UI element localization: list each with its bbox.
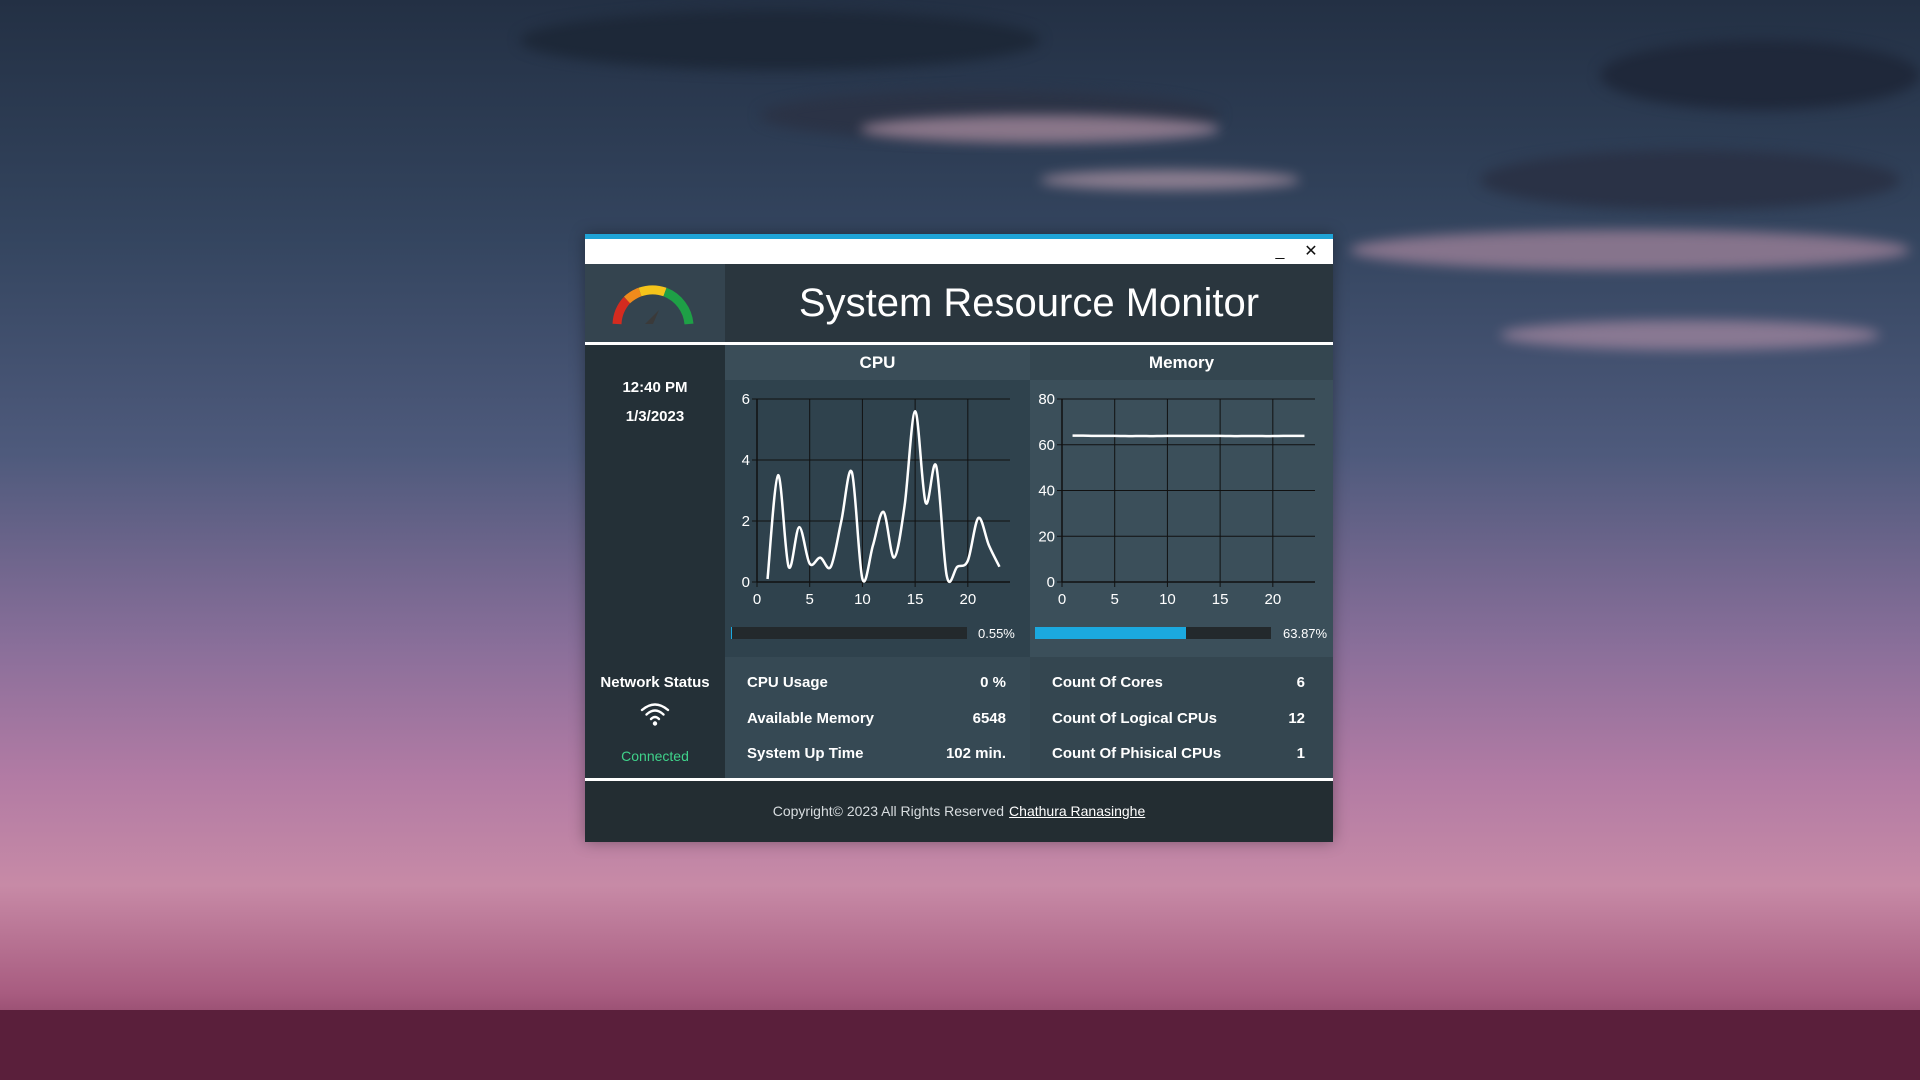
gauge-logo-icon [585, 264, 725, 342]
cpu-usage-value: 0 % [980, 674, 1006, 691]
footer: Copyright© 2023 All Rights Reserved Chath… [585, 781, 1333, 842]
logical-cpus-label: Count Of Logical CPUs [1052, 710, 1217, 727]
minimize-button[interactable]: _ [1267, 241, 1293, 263]
cpu-series-line [766, 409, 1001, 584]
cpu-ytick-label: 2 [742, 513, 750, 530]
memory-xtick-label: 5 [1111, 591, 1119, 608]
memory-xtick-label: 15 [1212, 591, 1229, 608]
available-memory-value: 6548 [972, 710, 1006, 727]
app-window: _ ✕ System Resource Monitor 12:40 PM 1/3… [585, 234, 1333, 842]
cpu-panel-title: CPU [725, 345, 1030, 380]
cpu-xtick-label: 0 [753, 591, 761, 608]
cpu-xtick-label: 15 [907, 591, 924, 608]
title-bar[interactable]: _ ✕ [585, 234, 1333, 264]
memory-progress-fill [1035, 627, 1186, 639]
clock-time: 12:40 PM [622, 379, 688, 396]
logical-cpus-value: 12 [1288, 710, 1305, 727]
cpu-progress-fill [731, 627, 733, 639]
network-status-value: Connected [621, 748, 689, 764]
cpu-ytick-label: 6 [742, 391, 750, 408]
cpu-xtick-label: 10 [854, 591, 871, 608]
memory-ytick-label: 0 [1047, 574, 1055, 591]
cores-label: Count Of Cores [1052, 674, 1163, 691]
cpu-xtick-label: 20 [959, 591, 976, 608]
app-title: System Resource Monitor [798, 281, 1260, 325]
cpu-chart: 0 2 4 6 0 5 10 15 20 [742, 391, 1010, 608]
copyright-text: Copyright© 2023 All Rights Reserved [772, 803, 1005, 819]
memory-xtick-label: 0 [1058, 591, 1066, 608]
memory-ytick-label: 40 [1038, 483, 1055, 500]
network-status-label: Network Status [600, 674, 710, 691]
cpu-usage-label: CPU Usage [747, 674, 828, 691]
app-header: System Resource Monitor [585, 264, 1333, 342]
memory-percent: 63.87% [1283, 626, 1328, 641]
system-uptime-label: System Up Time [747, 745, 864, 762]
system-uptime-value: 102 min. [945, 745, 1006, 762]
cpu-ytick-label: 0 [742, 574, 750, 591]
author-link[interactable]: Chathura Ranasinghe [1009, 803, 1145, 819]
network-panel: Network Status Connected [585, 657, 725, 778]
memory-ytick-label: 80 [1038, 391, 1055, 408]
cores-value: 6 [1296, 674, 1305, 691]
ground-silhouette [0, 1010, 1920, 1080]
physical-cpus-label: Count Of Phisical CPUs [1052, 745, 1222, 762]
memory-stats-panel: Count Of Cores 6 Count Of Logical CPUs 1… [1030, 657, 1333, 778]
memory-chart: 0 20 40 60 80 0 5 10 15 20 [1038, 391, 1315, 608]
memory-panel: 0 20 40 60 80 0 5 10 15 20 63.87% [1030, 380, 1333, 657]
memory-progress-bar [1035, 627, 1271, 639]
clock-date: 1/3/2023 [625, 408, 685, 425]
memory-panel-title: Memory [1030, 345, 1333, 380]
physical-cpus-value: 1 [1296, 745, 1305, 762]
clock-panel: 12:40 PM 1/3/2023 [585, 345, 725, 657]
cpu-progress-bar [731, 627, 967, 639]
wifi-icon [640, 701, 670, 732]
available-memory-label: Available Memory [747, 710, 874, 727]
cpu-ytick-label: 4 [742, 452, 750, 469]
memory-xtick-label: 10 [1159, 591, 1176, 608]
cpu-percent: 0.55% [978, 626, 1015, 641]
memory-ytick-label: 60 [1038, 437, 1055, 454]
cpu-stats-panel: CPU Usage 0 % Available Memory 6548 Syst… [725, 657, 1030, 778]
close-button[interactable]: ✕ [1298, 241, 1324, 263]
cpu-panel: 0 2 4 6 0 5 10 15 20 0.55% [725, 380, 1030, 657]
memory-ytick-label: 20 [1038, 528, 1055, 545]
memory-xtick-label: 20 [1264, 591, 1281, 608]
cpu-xtick-label: 5 [806, 591, 814, 608]
